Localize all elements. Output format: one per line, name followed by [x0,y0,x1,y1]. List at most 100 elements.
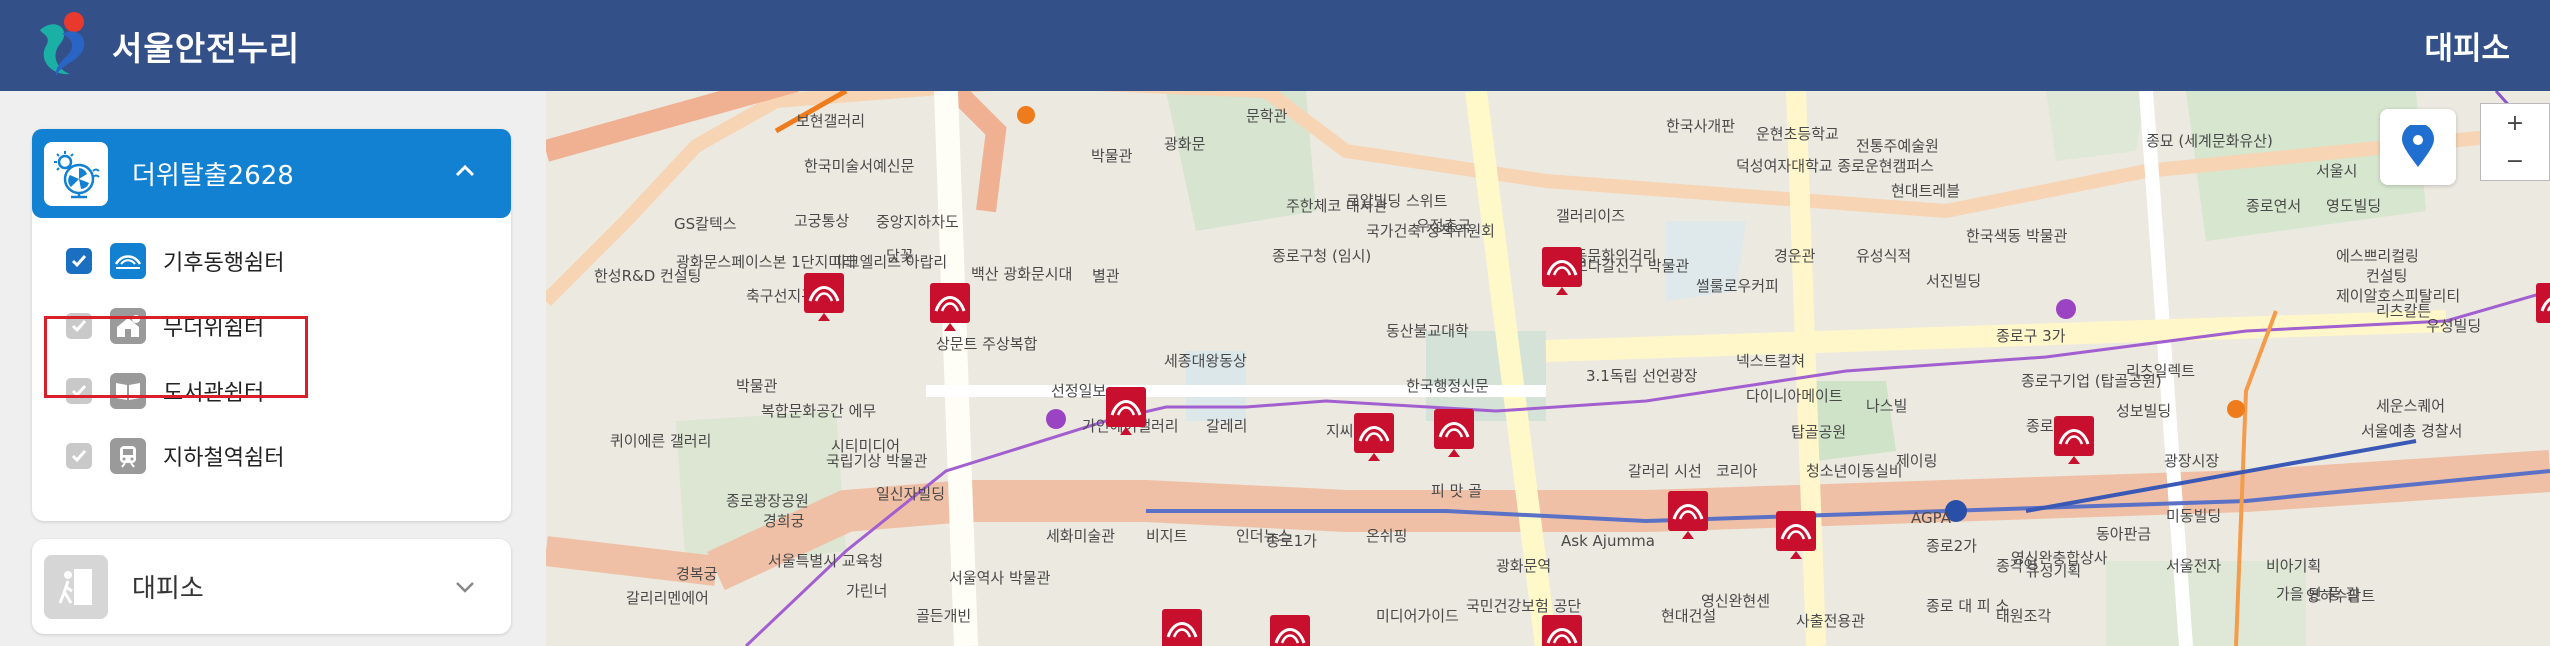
zoom-in-button[interactable]: + [2481,104,2549,142]
panel-heat-escape-header[interactable]: 더위탈출2628 [32,129,511,218]
sidebar: 더위탈출2628 기후동행쉼터 무더위쉼터 도서관쉼터 지하철역쉼터 대피소 [0,91,546,646]
logo[interactable]: 서울안전누리 [32,0,300,91]
map-label: 박물관 [736,377,778,395]
shelter-marker-icon[interactable] [1270,615,1310,646]
map-label: 갈리리멘에어 [626,589,709,607]
map-label: 미동빌딩 [2166,507,2221,525]
map-label: 시티미디어 [831,437,900,455]
header-shelter-link[interactable]: 대피소 [2424,0,2510,91]
layer-item-climate-shelter[interactable]: 기후동행쉼터 [66,239,284,283]
map-label: 3.1독립 선언광장 [1586,367,1698,385]
map-view[interactable]: 보현갤러리 한국미술서예신문 박물관 광화문 경복궁 고궁통상 중앙지하차도 GS칼텍스 광화문… [546,91,2550,646]
map-label: 사출전용관 [1796,612,1865,630]
layer-item-subway-shelter[interactable]: 지하철역쉼터 [66,434,284,478]
map-label: 문학관 [1246,107,1288,125]
map-label: 비지트 [1146,527,1188,545]
map-label: 경복궁 [676,565,718,583]
chevron-down-icon[interactable] [453,575,477,603]
map-label: 광화문역 [1496,557,1551,575]
panel-shelter-title: 대피소 [132,574,204,604]
map-label: 별관 [1092,267,1120,285]
zoom-control: + − [2480,103,2550,181]
map-canvas[interactable]: 보현갤러리한국미술서예신문박물관광화문경복궁고궁통상 중앙지하차도GS칼텍스광화문… [546,91,2550,646]
map-label: 넥스트컬쳐 [1736,352,1805,370]
location-pin-icon[interactable] [2380,109,2456,185]
map-label: 컨설팅 [2366,267,2407,285]
chevron-up-icon[interactable] [453,159,477,187]
map-label: 리츠일렉트 [2126,362,2195,380]
map-label: 청소년이동실비 [1806,462,1903,480]
map-label: 중앙지하차도 [876,213,959,231]
app-title: 서울안전누리 [112,28,301,68]
layer-item-library-shelter[interactable]: 도서관쉼터 [66,369,264,413]
map-label: 일신자빌딩 [876,485,945,503]
map-label: 덕성여자대학교 종로운현캠퍼스 [1736,157,1934,175]
map-label: 온쉬핑 [1366,527,1407,545]
map-label: 리츠칼튼 [2376,302,2431,320]
layer-item-heat-shelter[interactable]: 무더위쉼터 [66,304,264,348]
map-label: 종각역 [1996,557,2037,575]
map-label: 동산불교대학 [1386,322,1469,340]
map-label: 영하수팜트 [2306,587,2375,605]
map-label: 전통주예술원 [1856,137,1939,155]
checkbox-checked-disabled[interactable] [66,443,92,469]
panel-heat-escape-title: 더위탈출2628 [132,161,294,191]
map-label: 서울전자 [2166,557,2221,575]
map-label: 선정일보 [1051,382,1106,400]
map-label: 현대트레블 [1891,182,1960,200]
cooling-fan-sun-icon [44,141,108,206]
map-label: 한국미술서예신문 [804,157,915,175]
layer-item-label: 도서관쉼터 [163,381,265,406]
map-label: 한성R&D 컨설팅 [594,267,701,285]
map-label: 백산 광화문시대 [971,265,1072,283]
map-label: 갈레리 [1206,417,1247,435]
map-label: 종로구청 (임시) [1272,247,1371,265]
panel-heat-escape: 더위탈출2628 기후동행쉼터 무더위쉼터 도서관쉼터 지하철역쉼터 [32,129,511,521]
map-label: 갤러리이즈 [1556,207,1625,225]
map-label: 광화문 [1164,135,1206,153]
map-label: 태원조각 [1996,607,2051,625]
checkbox-checked-disabled[interactable] [66,378,92,404]
map-label: 유성식적 [1856,247,1911,265]
map-label: 광화문스페이스본 1단지미래 [676,253,856,271]
panel-shelter[interactable]: 대피소 [32,539,511,634]
map-label: 가린너 [846,582,887,600]
map-label: 운현초등학교 [1756,125,1839,143]
map-label: 탑골공원 [1791,423,1846,441]
layer-item-label: 무더위쉼터 [163,316,265,341]
map-label: 서진빌딩 [1926,272,1981,290]
layer-item-label: 지하철역쉼터 [163,446,285,471]
map-label: 한국색동 박물관 [1966,227,2068,245]
map-label: GS칼텍스 [674,215,737,233]
zoom-out-button[interactable]: − [2481,142,2549,180]
map-label: 광장시장 [2164,452,2219,470]
map-label: 고궁통상 [794,212,849,230]
subway-icon [110,438,146,474]
shelter-marker-icon[interactable] [1162,609,1202,646]
map-label: 서울시 [2316,162,2357,180]
map-label: 우정총국 [1416,217,1471,235]
map-label: 서울예총 경찰서 [2361,422,2462,440]
map-label: 현대건설 [1661,607,1716,625]
map-label: 영도빌딩 [2326,197,2381,215]
checkbox-checked[interactable] [66,248,92,274]
map-label: Ask Ajumma [1561,532,1655,550]
map-label: 동아판금 [2096,525,2151,543]
map-label: 세화미술관 [1046,527,1115,545]
map-label: 코리아 [1716,462,1758,480]
map-label: 종로광장공원 [726,492,809,510]
map-label: 국민건강보험 공단 [1466,597,1581,615]
map-label: 보다갈신구 박물관 [1574,257,1689,275]
map-label: 피 맛 골 [1431,482,1482,500]
map-label: 종로구 3가 [1996,327,2066,345]
map-label: 다이니아메이트 [1746,387,1843,405]
map-label: 한국사개판 [1666,117,1735,135]
map-label: 서울특별시 교육청 [768,552,883,570]
map-label: 골든개빈 [916,607,971,625]
map-label: 서울역사 박물관 [949,569,1051,587]
shelter-marker-icon[interactable] [1542,615,1582,646]
checkbox-checked-disabled[interactable] [66,313,92,339]
map-label: 박물관 [1091,147,1133,165]
evacuation-icon [44,554,108,619]
map-label: 경운관 [1774,247,1816,265]
